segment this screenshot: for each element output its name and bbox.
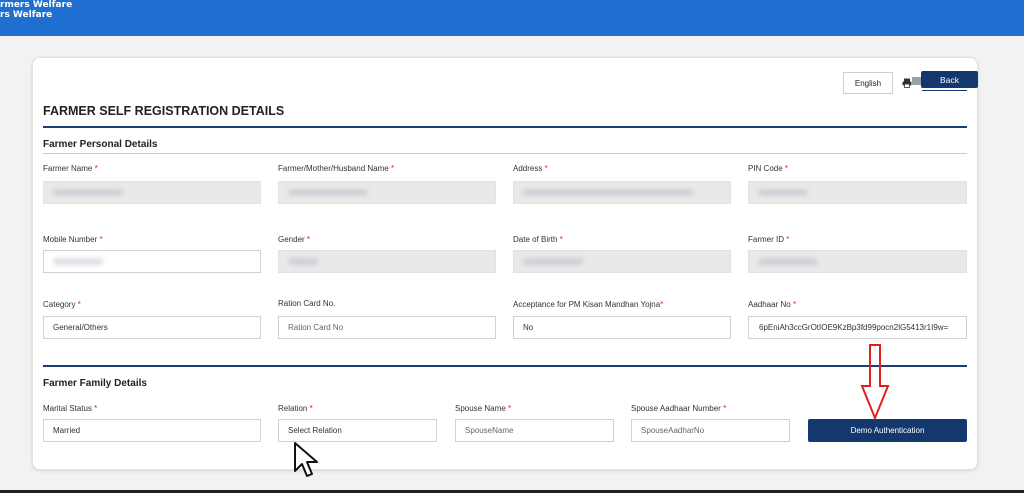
aadhaar-label: Aadhaar No * [748, 300, 797, 309]
pin-code-label: PIN Code * [748, 164, 789, 173]
spouse-name-input[interactable]: SpouseName [455, 419, 614, 442]
language-button[interactable]: English [843, 72, 893, 94]
back-button[interactable]: Back [921, 71, 978, 88]
print-icon[interactable] [902, 75, 912, 88]
gender-field[interactable] [278, 250, 496, 273]
marital-status-label: Marital Status * [43, 404, 98, 413]
gender-label: Gender * [278, 235, 311, 244]
relative-name-label: Farmer/Mother/Husband Name * [278, 164, 395, 173]
dob-field[interactable] [513, 250, 731, 273]
relation-select[interactable]: Select Relation [278, 419, 437, 442]
mouse-cursor-icon [294, 442, 318, 477]
family-divider [43, 365, 967, 367]
pin-code-field[interactable] [748, 181, 967, 204]
top-header-bar: rmers Welfare rs Welfare [0, 0, 1024, 36]
page-title: FARMER SELF REGISTRATION DETAILS [43, 104, 285, 118]
ration-card-label: Ration Card No. [278, 299, 336, 308]
category-field[interactable]: General/Others [43, 316, 261, 339]
ration-card-input[interactable]: Ration Card No [278, 316, 496, 339]
arrow-down-icon [860, 344, 890, 420]
family-section-title: Farmer Family Details [43, 378, 147, 389]
farmer-name-field[interactable] [43, 181, 261, 204]
aadhaar-field[interactable]: 6pEniAh3ccGrOtIOE9KzBp3fd99pocn2lG5413r1… [748, 316, 967, 339]
spouse-aadhaar-label: Spouse Aadhaar Number * [631, 404, 727, 413]
demo-authentication-button[interactable]: Demo Authentication [808, 419, 967, 442]
header-text-line1: rmers Welfare [0, 0, 73, 10]
relative-name-field[interactable] [278, 181, 496, 204]
personal-section-divider [43, 153, 967, 154]
header-text-line2: rs Welfare [0, 10, 53, 20]
toolbar-underline [922, 90, 967, 91]
category-label: Category * [43, 300, 81, 309]
address-label: Address * [513, 164, 548, 173]
pm-kisan-label: Acceptance for PM Kisan Mandhan Yojna* [513, 300, 664, 309]
address-field[interactable] [513, 181, 731, 204]
spouse-aadhaar-input[interactable]: SpouseAadharNo [631, 419, 790, 442]
dob-label: Date of Birth * [513, 235, 563, 244]
mobile-field[interactable] [43, 250, 261, 273]
farmer-id-field[interactable] [748, 250, 967, 273]
spouse-name-label: Spouse Name * [455, 404, 512, 413]
farmer-id-label: Farmer ID * [748, 235, 790, 244]
personal-section-title: Farmer Personal Details [43, 139, 158, 150]
farmer-name-label: Farmer Name * [43, 164, 98, 173]
relation-label: Relation * [278, 404, 313, 413]
pm-kisan-field[interactable]: No [513, 316, 731, 339]
marital-status-field[interactable]: Married [43, 419, 261, 442]
title-divider [43, 126, 967, 128]
mobile-label: Mobile Number * [43, 235, 103, 244]
